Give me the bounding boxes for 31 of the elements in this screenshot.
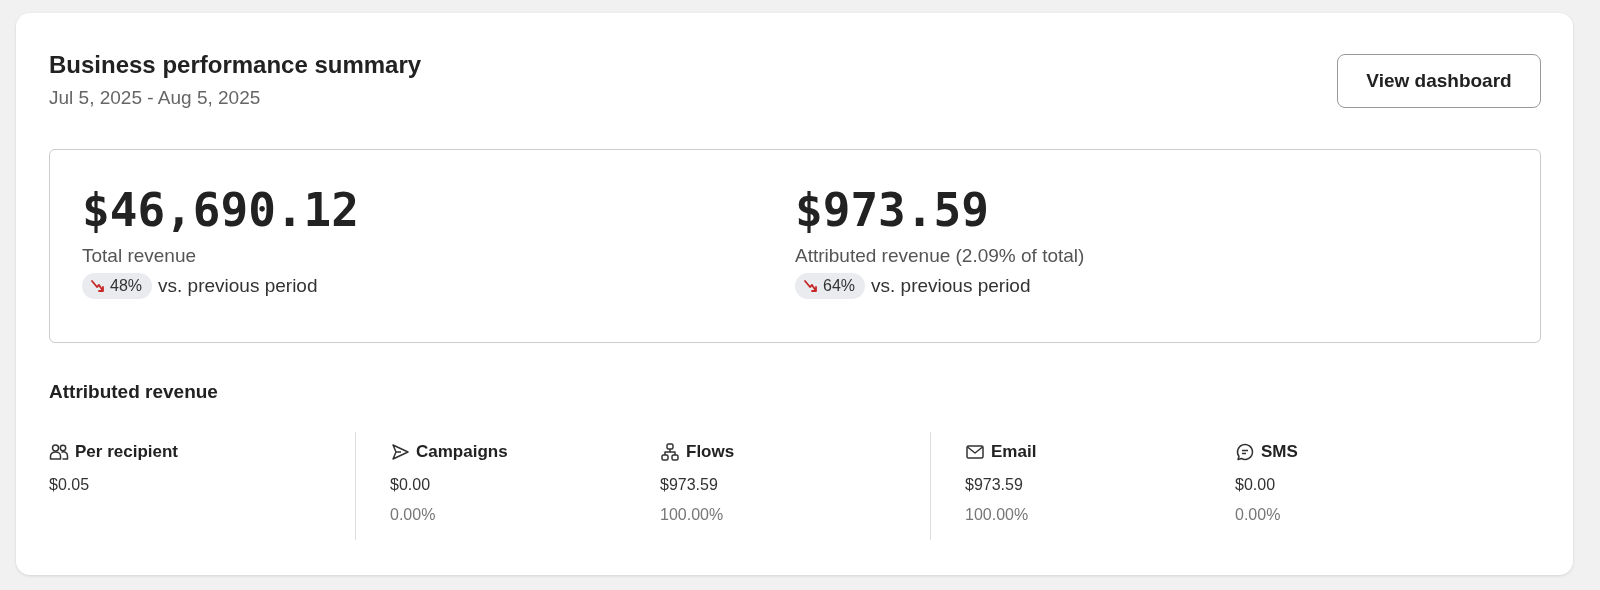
date-range: Jul 5, 2025 - Aug 5, 2025 bbox=[49, 87, 262, 109]
share-value: 100.00% bbox=[660, 506, 725, 524]
channel-label: Per recipient bbox=[75, 442, 178, 462]
share-value: 0.00% bbox=[390, 506, 437, 524]
channel-label: Email bbox=[991, 442, 1037, 462]
share-value: 0.00% bbox=[1235, 506, 1282, 524]
revenue-value: $0.00 bbox=[390, 476, 432, 494]
change-badge: 48% bbox=[82, 273, 153, 299]
chat-icon bbox=[1235, 442, 1255, 462]
metric-value: $46,690.12 bbox=[82, 182, 360, 238]
mail-icon bbox=[965, 442, 985, 462]
metric-value: $973.59 bbox=[795, 182, 990, 238]
revenue-value: $0.05 bbox=[49, 476, 91, 494]
channel-label: Flows bbox=[686, 442, 735, 462]
channel-label: SMS bbox=[1261, 442, 1298, 462]
flow-icon bbox=[660, 442, 680, 462]
section-title: Attributed revenue bbox=[49, 381, 219, 403]
people-icon bbox=[49, 442, 69, 462]
metric-label: Total revenue bbox=[82, 245, 198, 267]
card-title: Business performance summary bbox=[49, 51, 422, 79]
comparison-text: vs. previous period bbox=[871, 275, 1031, 297]
view-dashboard-button[interactable]: View dashboard bbox=[1337, 54, 1541, 108]
revenue-value: $973.59 bbox=[965, 476, 1024, 494]
revenue-value: $973.59 bbox=[660, 476, 719, 494]
share-value: 100.00% bbox=[965, 506, 1030, 524]
comparison-text: vs. previous period bbox=[158, 275, 318, 297]
revenue-value: $0.00 bbox=[1235, 476, 1277, 494]
channel-label: Campaigns bbox=[416, 442, 508, 462]
change-badge: 64% bbox=[795, 273, 866, 299]
metric-label: Attributed revenue (2.09% of total) bbox=[795, 245, 1086, 267]
send-icon bbox=[390, 442, 410, 462]
